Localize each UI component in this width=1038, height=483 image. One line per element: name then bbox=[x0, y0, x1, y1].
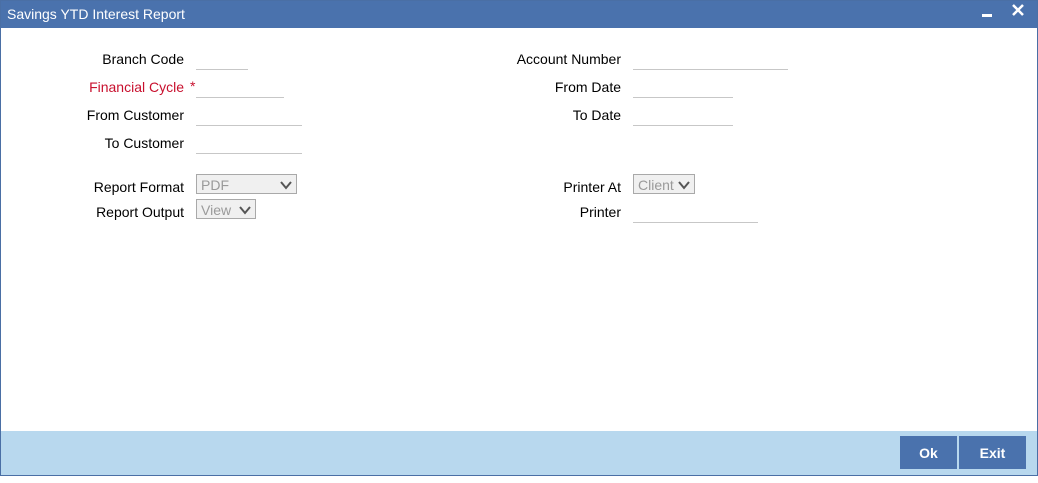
to-date-label: To Date bbox=[572, 107, 621, 123]
report-output-value: View bbox=[201, 202, 232, 218]
report-format-value: PDF bbox=[201, 177, 229, 193]
report-output-label: Report Output bbox=[96, 204, 184, 220]
title-bar[interactable]: Savings YTD Interest Report bbox=[1, 1, 1037, 28]
ok-button[interactable]: Ok bbox=[900, 436, 957, 469]
from-customer-input[interactable] bbox=[196, 103, 302, 126]
financial-cycle-input[interactable] bbox=[196, 75, 284, 98]
printer-at-value: Client bbox=[638, 177, 674, 193]
footer-bar: Ok Exit bbox=[1, 431, 1037, 475]
printer-at-label: Printer At bbox=[563, 179, 621, 195]
report-format-select[interactable]: PDF bbox=[196, 174, 297, 194]
exit-button[interactable]: Exit bbox=[959, 436, 1026, 469]
account-number-input[interactable] bbox=[633, 47, 788, 70]
financial-cycle-label: Financial Cycle bbox=[24, 79, 184, 95]
from-date-input[interactable] bbox=[633, 75, 733, 98]
account-number-label: Account Number bbox=[516, 51, 621, 67]
minimize-icon[interactable] bbox=[977, 3, 997, 23]
report-window: Savings YTD Interest Report Branch Code … bbox=[0, 0, 1038, 476]
to-customer-input[interactable] bbox=[196, 131, 302, 154]
from-date-label: From Date bbox=[554, 79, 621, 95]
chevron-down-icon bbox=[239, 206, 251, 215]
chevron-down-icon bbox=[678, 181, 690, 190]
printer-at-select[interactable]: Client bbox=[633, 174, 695, 194]
financial-cycle-label-text: Financial Cycle bbox=[89, 79, 184, 95]
branch-code-input[interactable] bbox=[196, 47, 248, 70]
from-customer-label: From Customer bbox=[86, 107, 184, 123]
to-customer-label: To Customer bbox=[104, 135, 184, 151]
printer-input[interactable] bbox=[633, 200, 758, 223]
required-marker: * bbox=[190, 78, 196, 94]
window-title: Savings YTD Interest Report bbox=[7, 6, 185, 22]
branch-code-label: Branch Code bbox=[102, 51, 184, 67]
close-icon[interactable] bbox=[1008, 1, 1028, 21]
to-date-input[interactable] bbox=[633, 103, 733, 126]
report-output-select[interactable]: View bbox=[196, 199, 256, 219]
chevron-down-icon bbox=[280, 181, 292, 190]
printer-label: Printer bbox=[579, 204, 621, 220]
report-format-label: Report Format bbox=[93, 179, 184, 195]
